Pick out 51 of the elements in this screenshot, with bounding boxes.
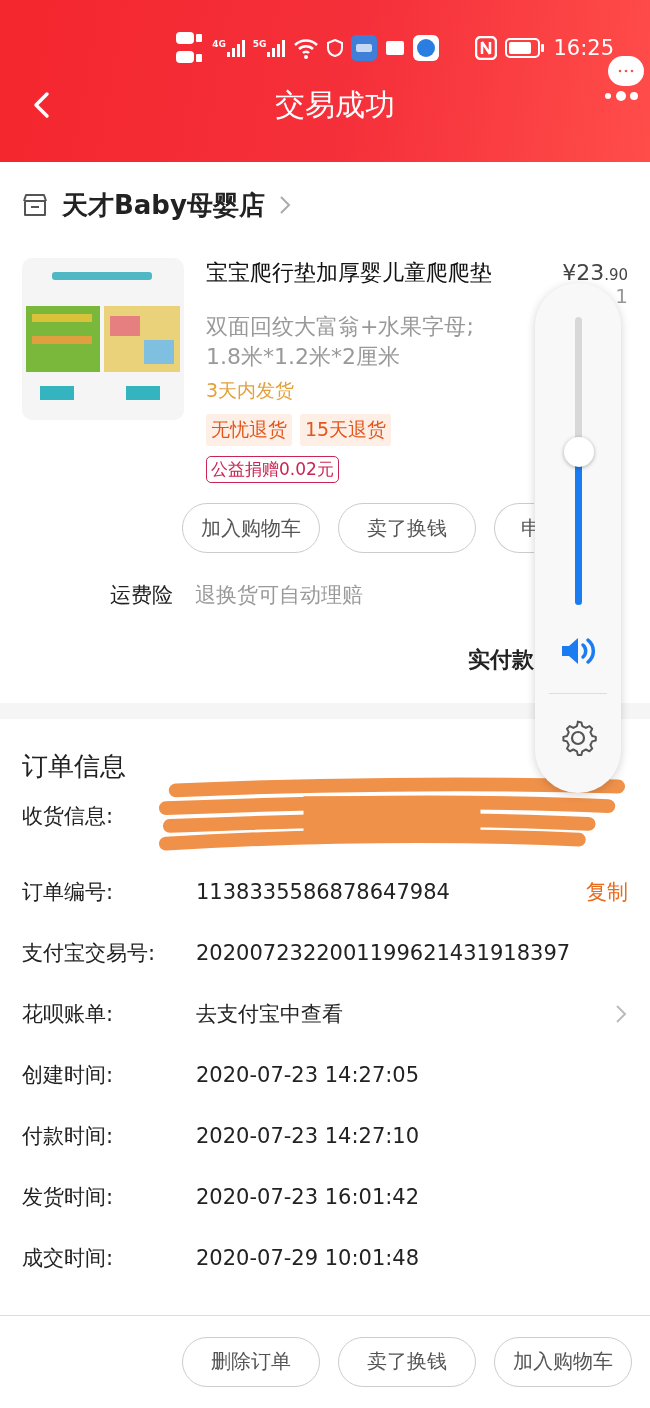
action-button[interactable]: 卖了换钱 [338, 1336, 476, 1387]
info-label: 花呗账单: [22, 1000, 115, 1028]
info-label: 发货时间: [22, 1183, 115, 1211]
info-label: 付款时间: [22, 1122, 115, 1150]
network-type-label: 4G [212, 39, 226, 49]
info-value: 2020072322001199621431918397 [196, 940, 572, 965]
speaker-icon[interactable] [560, 635, 596, 667]
order-number: 1138335586878647984 [196, 879, 451, 904]
quantity: 1 [615, 284, 628, 308]
hd-icon [176, 31, 205, 65]
action-button[interactable]: 卖了换钱 [338, 503, 476, 553]
wifi-icon [293, 37, 320, 59]
clock-time: 16:25 [553, 36, 614, 60]
bill-link[interactable]: 去支付宝中查看 [196, 999, 614, 1028]
info-label: 成交时间: [22, 1244, 115, 1272]
insurance-label: 运费险 [110, 582, 173, 609]
insurance-text: 退换货可自动理赔 [195, 582, 363, 609]
battery-icon [505, 38, 546, 58]
charity-tag: 公益捐赠0.02元 [206, 456, 339, 483]
signal-icon [267, 39, 286, 57]
store-icon [22, 193, 48, 217]
action-button[interactable]: 加入购物车 [182, 503, 320, 553]
info-value: 2020-07-23 14:27:10 [196, 1123, 421, 1148]
info-label: 订单编号: [22, 878, 115, 906]
shield-icon [327, 39, 344, 57]
payment-label: 实付款 [468, 646, 534, 674]
info-value: 2020-07-23 14:27:05 [196, 1062, 421, 1087]
info-label: 创建时间: [22, 1061, 115, 1089]
network-type-label: 5G [252, 39, 267, 49]
signal-icon [226, 39, 245, 57]
app-icon [351, 35, 378, 61]
action-button[interactable]: 加入购物车 [494, 1336, 632, 1387]
shop-name[interactable]: 天才Baby母婴店 [62, 187, 265, 223]
product-price: ¥23.90 [562, 260, 628, 285]
page-title: 交易成功 [274, 85, 396, 124]
service-tag: 15天退货 [300, 414, 392, 446]
info-label: 支付宝交易号: [22, 939, 157, 967]
section-title: 订单信息 [22, 750, 126, 783]
info-value: 2020-07-23 16:01:42 [196, 1184, 421, 1209]
product-title[interactable]: 宝宝爬行垫加厚婴儿童爬爬垫 [206, 258, 492, 288]
delivery-note: 3天内发货 [206, 378, 296, 403]
volume-slider[interactable] [574, 317, 582, 605]
chevron-right-icon[interactable] [278, 194, 291, 216]
app-icon [413, 35, 440, 61]
info-value: 2020-07-29 10:01:48 [196, 1245, 421, 1270]
action-button[interactable]: 删除订单 [182, 1336, 320, 1387]
service-tag: 无忧退货 [206, 414, 292, 446]
info-label: 收货信息: [22, 803, 115, 830]
product-spec: 双面回纹大富翁+水果字母; 1.8米*1.2米*2厘米 [206, 313, 475, 371]
nfc-icon [475, 36, 498, 60]
slider-thumb[interactable] [563, 437, 594, 468]
